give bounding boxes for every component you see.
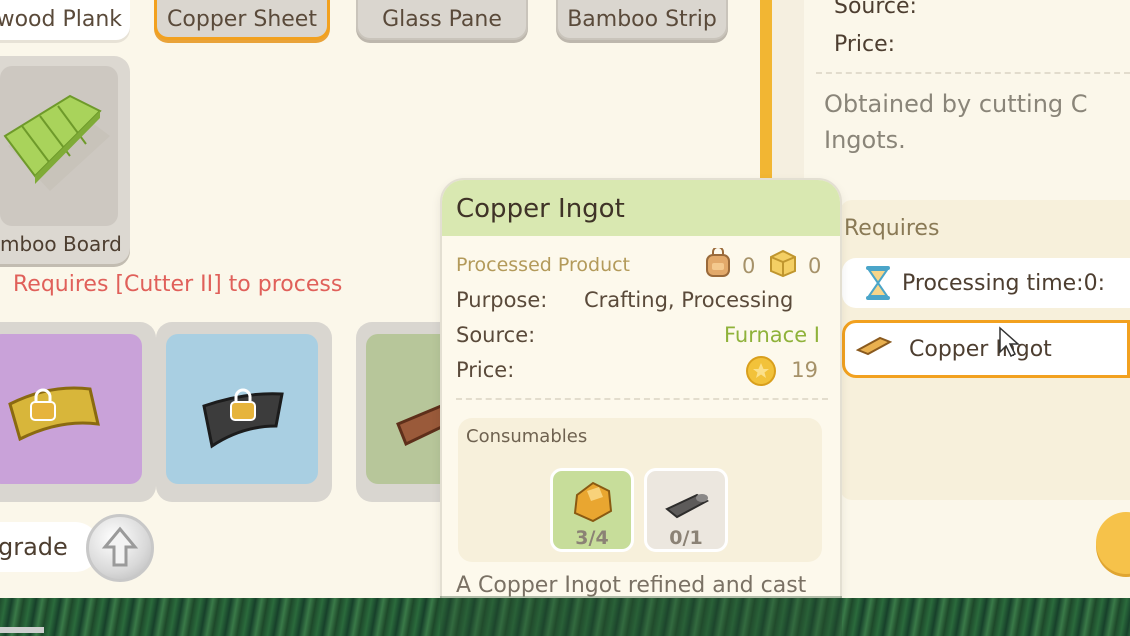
detail-divider (816, 72, 1130, 74)
lock-icon (28, 388, 58, 422)
box-count: 0 (808, 254, 822, 278)
tab-copper-sheet[interactable]: Copper Sheet (154, 0, 330, 40)
tab-driftwood-plank[interactable]: twood Plank (0, 0, 130, 40)
detail-description: Obtained by cutting C Ingots. (824, 90, 1088, 154)
tooltip-divider (456, 398, 828, 400)
required-item-label: Copper Ingot (909, 336, 1052, 362)
detail-source-label: Source: (834, 0, 917, 19)
lock-icon (228, 388, 258, 422)
purpose-label: Purpose: (456, 288, 548, 312)
tooltip-fade-overlay (440, 596, 842, 636)
storage-box-icon (768, 248, 798, 278)
upgrade-button[interactable]: grade (0, 522, 100, 572)
coal-icon (665, 493, 710, 519)
bag-count: 0 (742, 254, 756, 278)
copper-ingot-icon (855, 334, 893, 356)
tab-glass-pane[interactable]: Glass Pane (356, 0, 528, 40)
tab-label: Glass Pane (382, 6, 502, 32)
locked-item-card[interactable] (156, 322, 332, 502)
tab-label: twood Plank (0, 6, 123, 32)
progress-bar (0, 627, 44, 633)
tab-bamboo-strip[interactable]: Bamboo Strip (556, 0, 728, 40)
coin-icon (746, 356, 776, 386)
source-value: Furnace I (723, 323, 820, 347)
locked-item-card[interactable] (0, 322, 156, 502)
price-label: Price: (456, 358, 515, 382)
consumable-copper-ore[interactable]: 3/4 (550, 468, 634, 552)
consumable-count: 3/4 (575, 527, 609, 549)
item-tooltip: Copper Ingot Processed Product 0 0 Purpo… (440, 178, 842, 636)
mouse-cursor-icon (998, 326, 1024, 358)
processing-time-text: Processing time:0: (902, 270, 1105, 296)
upgrade-label: grade (0, 533, 68, 561)
bamboo-board-label: mboo Board (0, 232, 122, 256)
gold-sheet-icon (8, 386, 100, 442)
upgrade-arrow-icon[interactable] (86, 514, 154, 582)
bamboo-board-image (0, 66, 118, 226)
consumable-coal[interactable]: 0/1 (644, 468, 728, 552)
hourglass-icon (864, 266, 892, 300)
item-category: Processed Product (456, 254, 631, 276)
tab-label: Bamboo Strip (567, 6, 717, 32)
price-value: 19 (791, 358, 818, 382)
source-label: Source: (456, 323, 536, 347)
requirement-notice: Requires [Cutter II] to process (13, 272, 343, 297)
tab-label: Copper Sheet (167, 6, 317, 32)
consumables-section: Consumables 3/4 0/1 (458, 418, 822, 562)
copper-ore-icon (573, 481, 613, 523)
consumables-title: Consumables (466, 426, 588, 447)
backpack-icon (704, 246, 732, 278)
purpose-value: Crafting, Processing (584, 288, 794, 312)
tooltip-title: Copper Ingot (456, 194, 625, 224)
detail-price-label: Price: (834, 32, 896, 57)
consumable-count: 0/1 (669, 527, 703, 549)
gold-sheet-image (0, 334, 142, 484)
bamboo-board-icon (3, 94, 110, 191)
requires-title: Requires (844, 216, 940, 241)
